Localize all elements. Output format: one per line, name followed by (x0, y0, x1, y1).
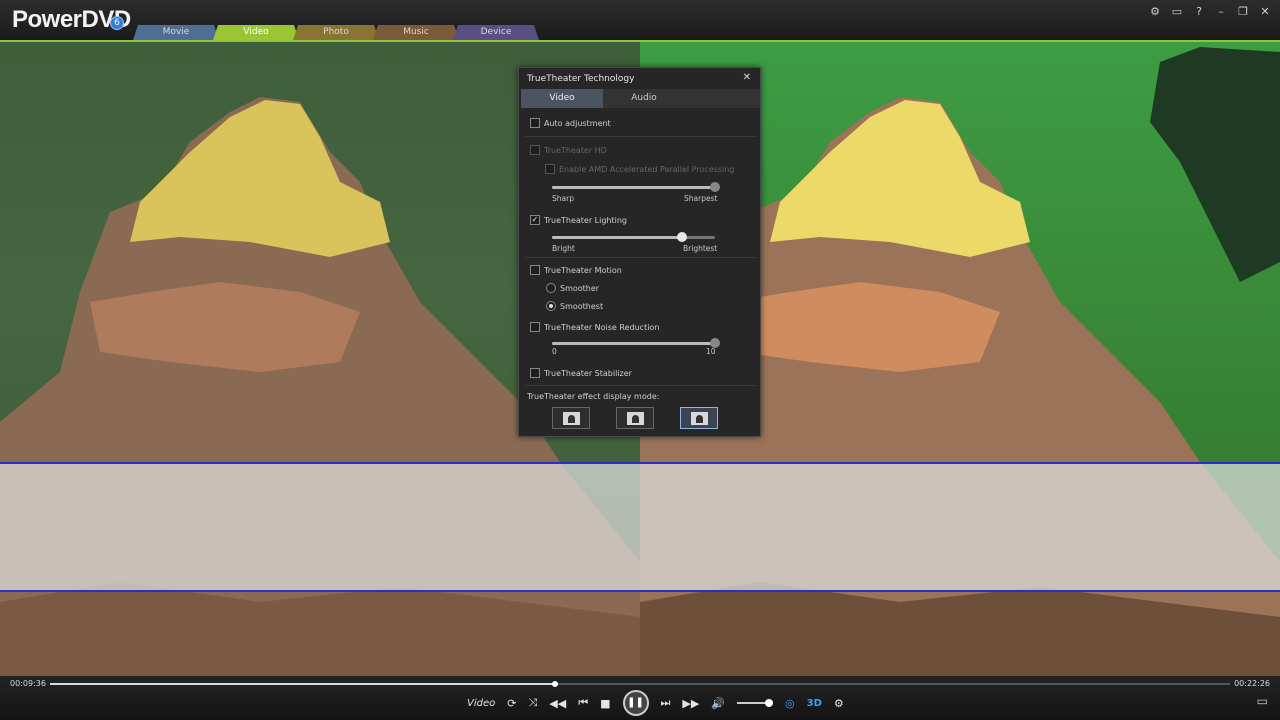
truetheater-dialog: TrueTheater Technology ✕ Video Audio Aut… (518, 67, 761, 437)
mini-player-icon[interactable]: ▭ (1257, 694, 1268, 708)
mode-tabs: Movie Video Photo Music Device (133, 25, 533, 40)
tab-photo[interactable]: Photo (293, 25, 379, 40)
auto-adjustment-label: Auto adjustment (544, 118, 611, 128)
tv-icon[interactable]: ▭ (1170, 5, 1184, 18)
stabilizer-row[interactable]: TrueTheater Stabilizer (530, 368, 632, 378)
noise-max-label: 10 (706, 347, 716, 356)
tab-video[interactable]: Video (213, 25, 299, 40)
motion-label: TrueTheater Motion (544, 265, 622, 275)
current-time: 00:09:36 (10, 679, 46, 688)
display-mode-text: TrueTheater effect display mode: (527, 392, 660, 401)
video-mode-dropdown[interactable]: Video (467, 698, 495, 709)
smoother-label: Smoother (560, 283, 600, 293)
auto-adjustment-row[interactable]: Auto adjustment (530, 118, 611, 128)
lighting-min-label: Bright (552, 244, 575, 253)
tab-music[interactable]: Music (373, 25, 459, 40)
hd-slider-knob[interactable] (710, 182, 720, 192)
lighting-checkbox[interactable]: ✓ (530, 215, 540, 225)
close-icon[interactable]: ✕ (743, 72, 751, 83)
amd-label: Enable AMD Accelerated Parallel Processi… (559, 164, 735, 174)
upgrade-badge-icon[interactable]: 6 (110, 16, 124, 30)
player-control-bar: 00:09:36 00:22:26 Video ⟳ ⤨ ◀◀ ⏮ ■ ❚❚ ⏭ … (0, 676, 1280, 720)
previous-icon[interactable]: ⏮ (578, 696, 588, 710)
side-by-side-mode-glyph (691, 412, 708, 425)
gear-icon[interactable]: ⚙ (1148, 5, 1162, 18)
motion-row[interactable]: TrueTheater Motion (530, 265, 622, 275)
3d-icon[interactable]: 3D (807, 698, 822, 709)
truetheater-icon[interactable]: ◎ (785, 697, 795, 710)
lighting-slider[interactable] (552, 232, 715, 242)
lighting-slider-knob[interactable] (677, 232, 688, 242)
help-icon[interactable]: ? (1192, 5, 1206, 18)
noise-slider[interactable] (552, 338, 720, 348)
next-icon[interactable]: ⏭ (661, 696, 671, 710)
rewind-icon[interactable]: ◀◀ (549, 697, 566, 710)
seek-knob[interactable] (552, 681, 559, 687)
comparison-highlight-band (0, 462, 1280, 592)
noise-reduction-row[interactable]: TrueTheater Noise Reduction (530, 322, 659, 332)
tab-device[interactable]: Device (453, 25, 539, 40)
seek-bar-fill (50, 683, 556, 685)
3d-settings-icon[interactable]: ⚙ (834, 697, 844, 710)
stabilizer-label: TrueTheater Stabilizer (544, 368, 632, 378)
shuffle-icon[interactable]: ⤨ (528, 696, 537, 710)
dialog-tabs: Video Audio (521, 89, 760, 108)
noise-min-label: 0 (552, 347, 557, 356)
total-time: 00:22:26 (1234, 679, 1270, 688)
full-icon[interactable] (552, 407, 590, 429)
truetheater-hd-checkbox (530, 145, 540, 155)
divider (525, 385, 756, 386)
split-mode-glyph (627, 412, 644, 425)
volume-knob[interactable] (765, 699, 774, 707)
full-mode-glyph (563, 412, 580, 425)
tab-audio-settings[interactable]: Audio (603, 89, 685, 108)
repeat-icon[interactable]: ⟳ (507, 697, 516, 710)
restore-icon[interactable]: ❐ (1236, 5, 1250, 18)
playback-buttons: Video ⟳ ⤨ ◀◀ ⏮ ■ ❚❚ ⏭ ▶▶ 🔊 ◎ 3D ⚙ (467, 690, 844, 716)
hd-min-label: Sharp (552, 194, 574, 203)
amd-checkbox (545, 164, 555, 174)
dialog-title: TrueTheater Technology (527, 74, 635, 84)
minimize-icon[interactable]: – (1214, 5, 1228, 18)
lighting-slider-fill (552, 236, 683, 239)
hd-max-label: Sharpest (684, 194, 718, 203)
truetheater-hd-label: TrueTheater HD (544, 145, 607, 155)
divider (525, 136, 756, 137)
smoothest-radio[interactable] (546, 301, 556, 311)
stabilizer-checkbox[interactable] (530, 368, 540, 378)
window-controls: ⚙ ▭ ? – ❐ ✕ (1148, 5, 1272, 18)
smoother-radio[interactable] (546, 283, 556, 293)
volume-slider[interactable] (737, 699, 774, 707)
powerdvd-window: PowerDVD 6 Movie Video Photo Music Devic… (0, 0, 1280, 720)
side-by-side-icon[interactable] (680, 407, 718, 429)
stop-icon[interactable]: ■ (600, 697, 610, 710)
tab-movie[interactable]: Movie (133, 25, 219, 40)
noise-reduction-label: TrueTheater Noise Reduction (544, 322, 660, 332)
motion-checkbox[interactable] (530, 265, 540, 275)
smoothest-label: Smoothest (560, 301, 604, 311)
title-bar: PowerDVD 6 Movie Video Photo Music Devic… (0, 0, 1280, 40)
motion-option-smoothest[interactable]: Smoothest (546, 301, 603, 311)
close-icon[interactable]: ✕ (1258, 5, 1272, 18)
noise-reduction-checkbox[interactable] (530, 322, 540, 332)
motion-option-smoother[interactable]: Smoother (546, 283, 599, 293)
lighting-max-label: Brightest (683, 244, 718, 253)
display-mode-label: TrueTheater effect display mode: (527, 392, 659, 401)
volume-icon[interactable]: 🔊 (711, 697, 725, 710)
lighting-row[interactable]: ✓ TrueTheater Lighting (530, 215, 627, 225)
divider (525, 257, 756, 258)
truetheater-hd-row: TrueTheater HD (530, 145, 607, 155)
hd-slider[interactable] (552, 182, 720, 192)
seek-bar[interactable] (50, 681, 1230, 687)
auto-adjustment-checkbox[interactable] (530, 118, 540, 128)
lighting-label: TrueTheater Lighting (544, 215, 627, 225)
hd-slider-fill (552, 186, 715, 189)
amd-row: Enable AMD Accelerated Parallel Processi… (545, 164, 734, 174)
pause-button[interactable]: ❚❚ (622, 690, 649, 716)
fast-forward-icon[interactable]: ▶▶ (682, 697, 699, 710)
split-icon[interactable] (616, 407, 654, 429)
tab-video-settings[interactable]: Video (521, 89, 603, 108)
noise-slider-fill (552, 342, 715, 345)
display-mode-buttons (552, 407, 718, 429)
